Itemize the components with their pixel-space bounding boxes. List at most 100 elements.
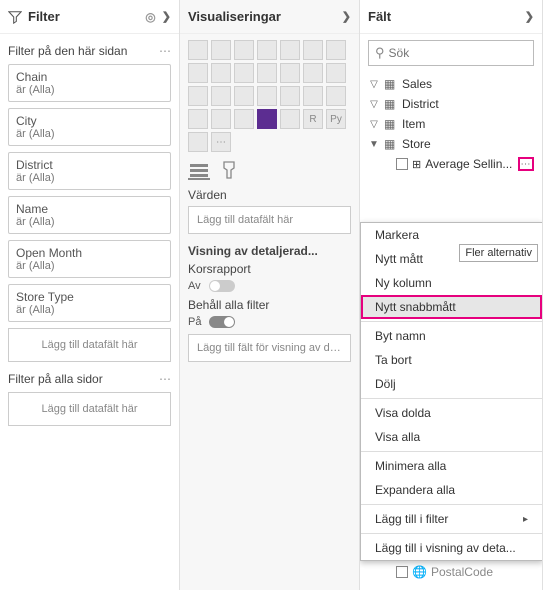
viz-header: Visualiseringar ❯ xyxy=(180,0,359,34)
viz-type-icon[interactable]: R xyxy=(303,109,323,129)
menu-item[interactable]: Byt namn xyxy=(361,324,542,348)
viz-type-icon[interactable] xyxy=(211,63,231,83)
viz-type-icon[interactable] xyxy=(234,40,254,60)
search-input[interactable] xyxy=(389,46,543,60)
field-item[interactable]: ⊞Average Sellin...⋯ xyxy=(366,154,536,174)
filter-field-name: Chain xyxy=(16,70,163,84)
keep-filters-toggle[interactable] xyxy=(209,316,235,328)
menu-item[interactable]: Visa alla xyxy=(361,425,542,449)
field-checkbox[interactable] xyxy=(396,158,408,170)
filter-card[interactable]: Open Monthär (Alla) xyxy=(8,240,171,278)
menu-item[interactable]: Lägg till i visning av deta... xyxy=(361,536,542,560)
filter-drop-all-pages[interactable]: Lägg till datafält här xyxy=(8,392,171,426)
menu-item-label: Lägg till i filter xyxy=(375,512,448,526)
menu-item[interactable]: Visa dolda xyxy=(361,401,542,425)
viz-type-icon[interactable] xyxy=(280,109,300,129)
chevron-icon[interactable]: ▽ xyxy=(368,119,380,130)
viz-type-icon[interactable] xyxy=(234,109,254,129)
viz-type-icon[interactable] xyxy=(188,109,208,129)
menu-separator xyxy=(361,451,542,452)
viz-type-icon[interactable] xyxy=(188,86,208,106)
viz-type-icon[interactable] xyxy=(326,63,346,83)
menu-item[interactable]: Minimera alla xyxy=(361,454,542,478)
chevron-icon[interactable]: ▼ xyxy=(368,139,380,150)
viz-type-icon[interactable] xyxy=(280,86,300,106)
filter-card[interactable]: Cityär (Alla) xyxy=(8,108,171,146)
viz-type-icon[interactable] xyxy=(280,63,300,83)
eye-icon[interactable]: ◎ xyxy=(145,10,155,24)
search-box[interactable]: ⚲ xyxy=(368,40,534,66)
table-icon: ▦ xyxy=(384,137,398,151)
menu-item-label: Dölj xyxy=(375,377,396,391)
menu-item-label: Visa dolda xyxy=(375,406,431,420)
viz-type-icon[interactable] xyxy=(257,40,277,60)
chevron-icon[interactable]: ▽ xyxy=(368,79,380,90)
viz-type-icon[interactable] xyxy=(234,86,254,106)
table-icon: ▦ xyxy=(384,117,398,131)
table-icon: ▦ xyxy=(384,97,398,111)
viz-type-icon[interactable] xyxy=(211,86,231,106)
filter-card[interactable]: Store Typeär (Alla) xyxy=(8,284,171,322)
filter-field-name: Store Type xyxy=(16,290,163,304)
table-item[interactable]: ▽▦Item xyxy=(366,114,536,134)
values-drop[interactable]: Lägg till datafält här xyxy=(188,206,351,234)
menu-item-label: Nytt snabbmått xyxy=(375,300,456,314)
table-label: Store xyxy=(402,137,431,151)
viz-type-icon[interactable] xyxy=(211,109,231,129)
viz-type-icon[interactable] xyxy=(326,86,346,106)
fields-tree: ▽▦Sales▽▦District▽▦Item▼▦Store⊞Average S… xyxy=(360,72,542,176)
viz-type-icon[interactable] xyxy=(234,63,254,83)
field-item[interactable]: 🌐 PostalCode xyxy=(366,562,536,582)
table-item[interactable]: ▼ ▦ Store xyxy=(366,134,536,154)
filter-field-value: är (Alla) xyxy=(16,128,163,140)
menu-item[interactable]: Ny kolumn xyxy=(361,271,542,295)
viz-type-icon[interactable] xyxy=(188,40,208,60)
viz-type-icon[interactable] xyxy=(326,40,346,60)
drill-drop[interactable]: Lägg till fält för visning av deta... xyxy=(188,334,351,362)
cross-report-toggle[interactable] xyxy=(209,280,235,292)
more-icon[interactable]: ⋯ xyxy=(159,44,171,58)
viz-type-icon[interactable] xyxy=(303,86,323,106)
table-item[interactable]: ▽ ▦ District xyxy=(366,94,536,114)
filter-section-this-page: Filter på den här sidan ⋯ xyxy=(8,44,171,58)
viz-type-icon[interactable] xyxy=(188,63,208,83)
viz-type-icon[interactable] xyxy=(257,109,277,129)
viz-type-icon[interactable] xyxy=(257,86,277,106)
viz-type-icon[interactable] xyxy=(257,63,277,83)
viz-type-icon[interactable]: ⋯ xyxy=(211,132,231,152)
viz-type-icon[interactable] xyxy=(303,63,323,83)
filter-field-name: Open Month xyxy=(16,246,163,260)
filter-drop-this-page[interactable]: Lägg till datafält här xyxy=(8,328,171,362)
viz-type-icon[interactable] xyxy=(280,40,300,60)
filter-card[interactable]: Districtär (Alla) xyxy=(8,152,171,190)
collapse-icon[interactable]: ❯ xyxy=(162,10,171,23)
filter-panel: Filter ◎ ❯ Filter på den här sidan ⋯ Cha… xyxy=(0,0,180,590)
viz-type-icon[interactable]: Py xyxy=(326,109,346,129)
menu-item-label: Minimera alla xyxy=(375,459,446,473)
table-label: District xyxy=(402,97,439,111)
menu-item-label: Markera xyxy=(375,228,419,242)
viz-type-icon[interactable] xyxy=(303,40,323,60)
viz-type-icon[interactable] xyxy=(211,40,231,60)
menu-item[interactable]: Lägg till i filter▸ xyxy=(361,507,542,531)
menu-item[interactable]: Ta bort xyxy=(361,348,542,372)
filter-card[interactable]: Chainär (Alla) xyxy=(8,64,171,102)
format-tab-icon[interactable] xyxy=(220,160,238,180)
field-checkbox[interactable] xyxy=(396,566,408,578)
cross-report-label: Korsrapport xyxy=(188,262,351,276)
keep-filters-state: På xyxy=(188,316,201,328)
more-icon[interactable]: ⋯ xyxy=(159,372,171,386)
filter-card[interactable]: Nameär (Alla) xyxy=(8,196,171,234)
collapse-icon[interactable]: ❯ xyxy=(342,10,351,23)
table-item[interactable]: ▽▦Sales xyxy=(366,74,536,94)
menu-item-label: Byt namn xyxy=(375,329,426,343)
menu-item[interactable]: Nytt snabbmått xyxy=(361,295,542,319)
fields-tab-icon[interactable] xyxy=(188,160,210,180)
viz-type-icon[interactable] xyxy=(188,132,208,152)
chevron-icon[interactable]: ▽ xyxy=(368,99,380,110)
menu-item[interactable]: Expandera alla xyxy=(361,478,542,502)
collapse-icon[interactable]: ❯ xyxy=(525,10,534,23)
menu-separator xyxy=(361,533,542,534)
menu-item[interactable]: Dölj xyxy=(361,372,542,396)
more-options-button[interactable]: ⋯ xyxy=(518,157,534,171)
